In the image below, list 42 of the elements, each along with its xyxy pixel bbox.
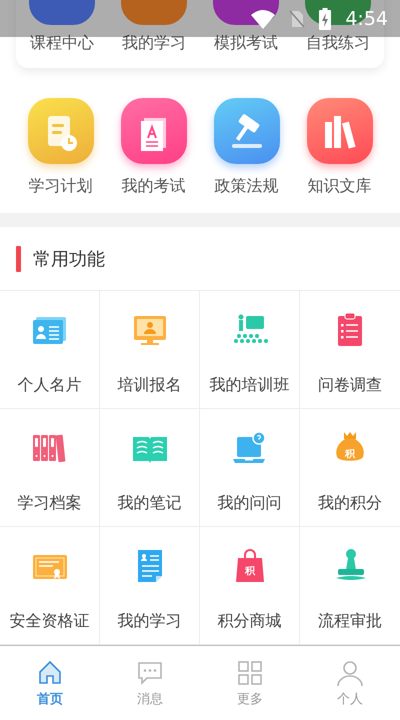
battery-charging-icon [319,8,332,30]
no-sim-icon [289,8,306,28]
shortcut-label[interactable]: 我的考试 [122,176,186,197]
tile-label: 问卷调查 [318,375,382,396]
person-icon [336,658,364,686]
shortcut-label[interactable]: 模拟考试 [214,33,278,54]
tile-label: 个人名片 [18,375,82,396]
grid-icon [236,658,264,686]
tile-label: 我的培训班 [210,375,290,396]
function-tile[interactable]: 学习档案 [0,409,100,527]
shortcut-label[interactable]: 我的学习 [122,33,186,54]
tile-label: 我的问问 [218,493,282,514]
shortcut-label[interactable]: 课程中心 [30,33,94,54]
shortcut-label[interactable]: 知识文库 [308,176,372,197]
law-app-icon[interactable] [214,98,280,164]
function-tile[interactable]: 问卷调查 [300,291,400,409]
library-app-icon[interactable] [306,98,372,164]
function-tile[interactable]: 我的学习 [100,527,200,645]
function-tile[interactable]: 我的笔记 [100,409,200,527]
tile-label: 我的笔记 [118,493,182,514]
tile-label: 积分商城 [218,611,282,632]
function-tile[interactable]: 积 我的积分 [300,409,400,527]
tile-label: 安全资格证 [10,611,90,632]
function-tile[interactable]: 个人名片 [0,291,100,409]
tile-label: 流程审批 [318,611,382,632]
exam-app-icon[interactable] [120,98,186,164]
shortcut-label[interactable]: 自我练习 [306,33,370,54]
accent-bar [16,246,21,272]
section-title: 常用功能 [33,248,105,270]
shortcut-label[interactable]: 学习计划 [28,176,92,197]
tile-label: 我的学习 [118,611,182,632]
wifi-icon [251,8,276,28]
tile-label: 培训报名 [118,375,182,396]
function-tile[interactable]: 安全资格证 [0,527,100,645]
shortcut-label[interactable]: 政策法规 [214,176,278,197]
function-tile[interactable]: 我的培训班 [200,291,300,409]
tile-label: 我的积分 [318,493,382,514]
plan-app-icon[interactable] [28,98,94,164]
tile-label: 学习档案 [18,493,82,514]
function-tile[interactable]: 培训报名 [100,291,200,409]
home-icon [36,658,64,686]
function-tile[interactable]: 我的问问 [200,409,300,527]
